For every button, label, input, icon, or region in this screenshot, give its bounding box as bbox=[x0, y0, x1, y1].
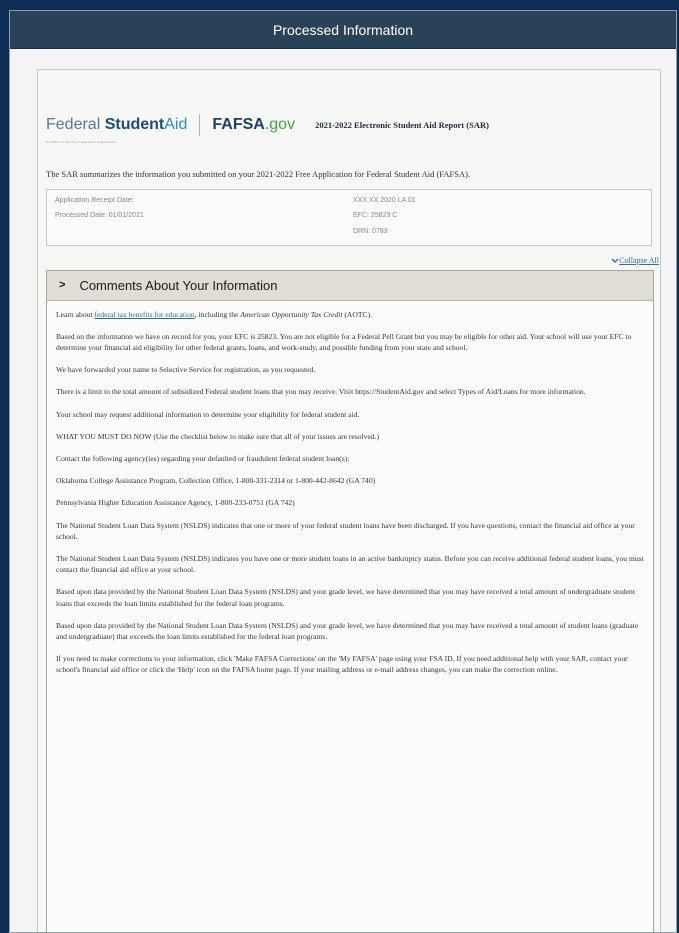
main-frame: Processed Information Federal StudentAid… bbox=[9, 10, 677, 933]
comment-paragraph: Contact the following agency(ies) regard… bbox=[56, 453, 350, 463]
application-id: XXX XX 2020 LA 01 bbox=[353, 196, 416, 204]
comment-paragraph: There is a limit to the total amount of … bbox=[56, 387, 586, 397]
logo-tagline: An Office of the U.S. Department of Educ… bbox=[46, 140, 117, 144]
comments-section: > Comments About Your Information Learn … bbox=[46, 269, 654, 932]
top-bar: Processed Information bbox=[10, 11, 676, 49]
comment-paragraph: Based on the information we have on reco… bbox=[56, 331, 632, 352]
intro-text: The SAR summarizes the information you s… bbox=[46, 169, 471, 179]
brand-row: Federal StudentAid An Office of the U.S.… bbox=[38, 113, 660, 145]
federal-student-aid-logo: Federal StudentAid An Office of the U.S.… bbox=[46, 117, 187, 145]
report-title: 2021-2022 Electronic Student Aid Report … bbox=[315, 120, 489, 130]
processed-date: Processed Date: 01/01/2021 bbox=[55, 211, 144, 219]
sar-card: Federal StudentAid An Office of the U.S.… bbox=[37, 69, 661, 932]
comment-paragraph: If you need to make corrections to your … bbox=[56, 654, 628, 675]
comment-paragraph: Based upon data provided by the National… bbox=[56, 587, 635, 608]
comment-paragraph: Oklahoma College Assistance Program, Col… bbox=[56, 476, 376, 486]
efc-value: EFC: 25823 C bbox=[353, 211, 398, 219]
receipt-date-label: Application Receipt Date: bbox=[55, 196, 134, 204]
window-title: Processed Information bbox=[272, 21, 414, 38]
comments-body: Learn about federal tax benefits for edu… bbox=[47, 301, 653, 676]
drn-value: DRN: 0783 bbox=[353, 227, 388, 235]
section-title: Comments About Your Information bbox=[79, 277, 278, 293]
collapse-all-link[interactable]: Collapse All bbox=[38, 256, 660, 265]
comment-paragraph: The National Student Loan Data System (N… bbox=[56, 520, 635, 541]
chevron-right-icon: > bbox=[59, 279, 66, 291]
comment-paragraph: Pennsylvania Higher Education Assistance… bbox=[56, 498, 295, 508]
application-info-box: Application Receipt Date: Processed Date… bbox=[46, 188, 652, 246]
comment-paragraph: Based upon data provided by the National… bbox=[56, 620, 639, 641]
fafsa-gov-logo: FAFSA.gov bbox=[212, 116, 296, 133]
comment-paragraph: WHAT YOU MUST DO NOW (Use the checklist … bbox=[56, 431, 380, 441]
comment-paragraph: The National Student Loan Data System (N… bbox=[56, 553, 644, 575]
tax-benefits-link[interactable]: federal tax benefits for education bbox=[94, 310, 194, 319]
logo-divider bbox=[199, 114, 201, 136]
tax-benefits-paragraph: Learn about federal tax benefits for edu… bbox=[56, 309, 372, 319]
comment-paragraph: Your school may request additional infor… bbox=[56, 409, 360, 419]
comments-section-header[interactable]: > Comments About Your Information bbox=[47, 270, 653, 301]
comment-paragraph: We have forwarded your name to Selective… bbox=[56, 365, 316, 375]
